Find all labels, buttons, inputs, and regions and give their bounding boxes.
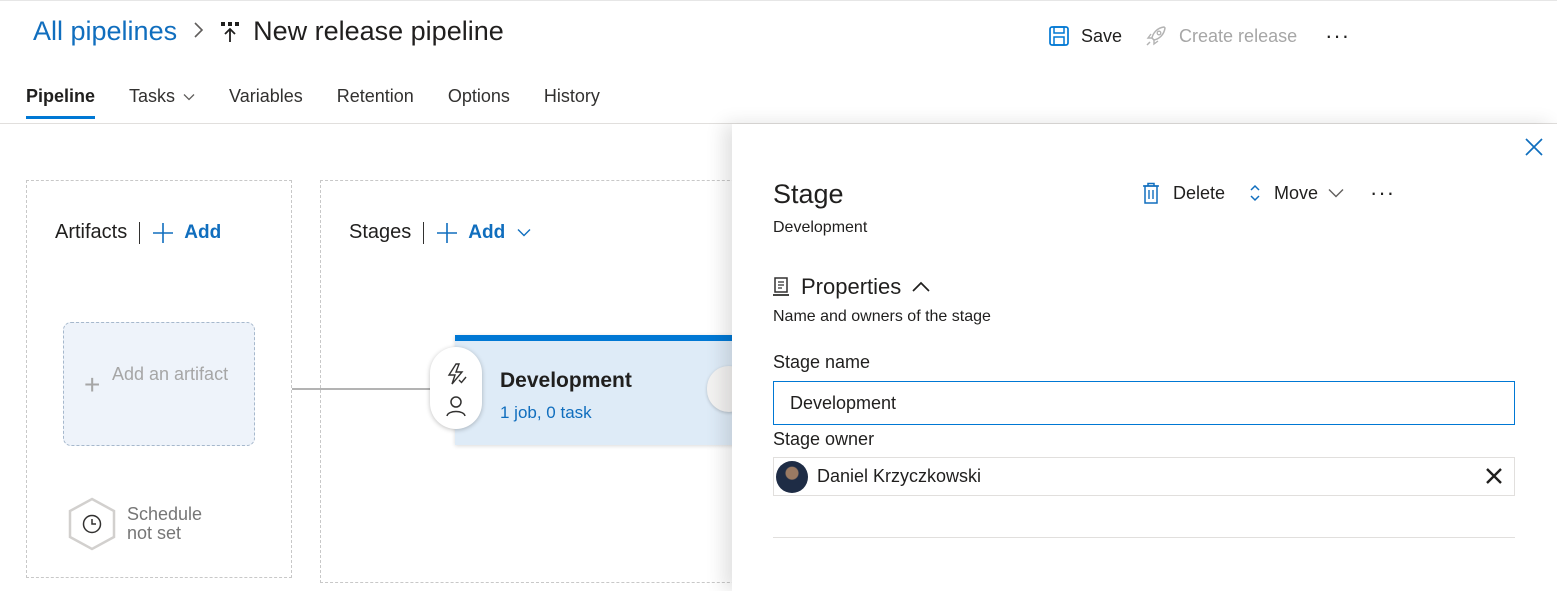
tab-tasks[interactable]: Tasks bbox=[129, 86, 195, 119]
tab-label: Options bbox=[447, 86, 510, 106]
stage-owner-name: Daniel Krzyczkowski bbox=[817, 466, 982, 486]
create-release-label: Create release bbox=[1179, 25, 1298, 46]
top-border bbox=[0, 0, 1557, 4]
artifacts-header: Artifacts Add bbox=[55, 221, 221, 244]
header-divider bbox=[139, 221, 141, 244]
chevron-down-icon bbox=[517, 229, 531, 237]
lightning-icon bbox=[447, 363, 467, 385]
stage-name-input[interactable] bbox=[773, 381, 1515, 425]
panel-more-button[interactable]: ··· bbox=[1370, 182, 1395, 204]
breadcrumb-all-pipelines[interactable]: All pipelines bbox=[33, 16, 177, 47]
stage-owner-field[interactable]: Daniel Krzyczkowski bbox=[773, 457, 1515, 496]
pre-deployment-conditions[interactable] bbox=[430, 347, 482, 429]
tab-label: History bbox=[543, 86, 600, 106]
more-actions-button[interactable]: ··· bbox=[1325, 25, 1350, 47]
clear-owner-icon[interactable] bbox=[1484, 466, 1504, 486]
schedule-trigger[interactable]: Schedule not set bbox=[67, 497, 217, 551]
breadcrumb-separator bbox=[193, 19, 205, 45]
chevron-down-icon bbox=[1328, 189, 1344, 198]
add-artifact-card[interactable]: + Add an artifact bbox=[63, 322, 255, 446]
page-title: New release pipeline bbox=[253, 16, 504, 46]
plus-icon: + bbox=[84, 369, 101, 400]
artifacts-title: Artifacts bbox=[55, 221, 128, 243]
panel-actions: Delete Move ··· bbox=[1142, 182, 1395, 204]
breadcrumb: All pipelines New release pipeline bbox=[33, 16, 504, 47]
stages-header: Stages Add bbox=[349, 221, 531, 244]
save-icon bbox=[1049, 26, 1069, 46]
schedule-text: Schedule not set bbox=[127, 504, 203, 543]
tab-history[interactable]: History bbox=[544, 86, 600, 119]
move-label: Move bbox=[1274, 182, 1319, 203]
chevron-down-icon bbox=[183, 93, 195, 100]
section-divider bbox=[773, 537, 1515, 538]
stage-job-summary[interactable]: 1 job, 0 task bbox=[500, 403, 592, 423]
add-artifact-button[interactable]: Add bbox=[152, 222, 221, 244]
stage-name: Development bbox=[500, 369, 632, 392]
person-icon bbox=[446, 396, 466, 417]
stages-title: Stages bbox=[349, 221, 412, 243]
release-pipeline-editor: All pipelines New release pipeline Save bbox=[0, 0, 1557, 591]
create-release-button[interactable]: Create release bbox=[1144, 24, 1297, 48]
chevron-right-icon bbox=[194, 21, 204, 38]
save-button[interactable]: Save bbox=[1048, 25, 1122, 47]
stage-card-development[interactable]: Development 1 job, 0 task bbox=[455, 335, 745, 445]
stage-properties-panel: Stage Development Delete Move ··· Proper… bbox=[732, 124, 1557, 591]
save-label: Save bbox=[1081, 25, 1123, 46]
clock-icon bbox=[67, 497, 117, 551]
top-toolbar: Save Create release ··· bbox=[1048, 24, 1350, 48]
properties-subtitle: Name and owners of the stage bbox=[773, 308, 991, 325]
panel-title: Stage bbox=[773, 179, 844, 209]
plus-icon bbox=[153, 222, 174, 243]
properties-section-toggle[interactable]: Properties bbox=[773, 274, 931, 300]
header-divider bbox=[423, 221, 425, 244]
rocket-icon bbox=[1146, 26, 1166, 46]
tab-retention[interactable]: Retention bbox=[337, 86, 414, 119]
add-stage-button[interactable]: Add bbox=[436, 222, 531, 244]
tab-variables[interactable]: Variables bbox=[229, 86, 303, 119]
avatar bbox=[776, 460, 808, 493]
tab-label: Retention bbox=[336, 86, 414, 106]
tab-pipeline[interactable]: Pipeline bbox=[26, 86, 96, 119]
properties-icon bbox=[773, 277, 789, 296]
plus-icon bbox=[437, 222, 458, 243]
pipeline-icon bbox=[219, 20, 241, 44]
add-artifact-text: Add an artifact bbox=[112, 364, 229, 384]
artifacts-section: Artifacts Add + Add an artifact Schedule… bbox=[26, 180, 292, 578]
delete-label: Delete bbox=[1173, 182, 1226, 203]
tab-label: Variables bbox=[229, 86, 303, 106]
tab-label: Tasks bbox=[129, 86, 176, 106]
panel-subtitle: Development bbox=[773, 219, 868, 236]
trash-icon bbox=[1143, 182, 1159, 204]
delete-stage-button[interactable]: Delete bbox=[1142, 182, 1225, 204]
add-label: Add bbox=[468, 221, 506, 243]
tab-label: Pipeline bbox=[26, 86, 96, 106]
chevron-up-icon bbox=[912, 281, 930, 292]
stage-owner-label: Stage owner bbox=[773, 429, 875, 449]
close-icon[interactable] bbox=[1523, 136, 1545, 158]
tab-bar: Pipeline Tasks Variables Retention Optio… bbox=[26, 86, 634, 119]
stage-name-label: Stage name bbox=[773, 352, 871, 372]
up-down-icon bbox=[1250, 184, 1260, 202]
properties-title: Properties bbox=[801, 274, 902, 299]
add-label: Add bbox=[184, 221, 222, 243]
tab-options[interactable]: Options bbox=[448, 86, 510, 119]
move-stage-button[interactable]: Move bbox=[1249, 183, 1344, 204]
